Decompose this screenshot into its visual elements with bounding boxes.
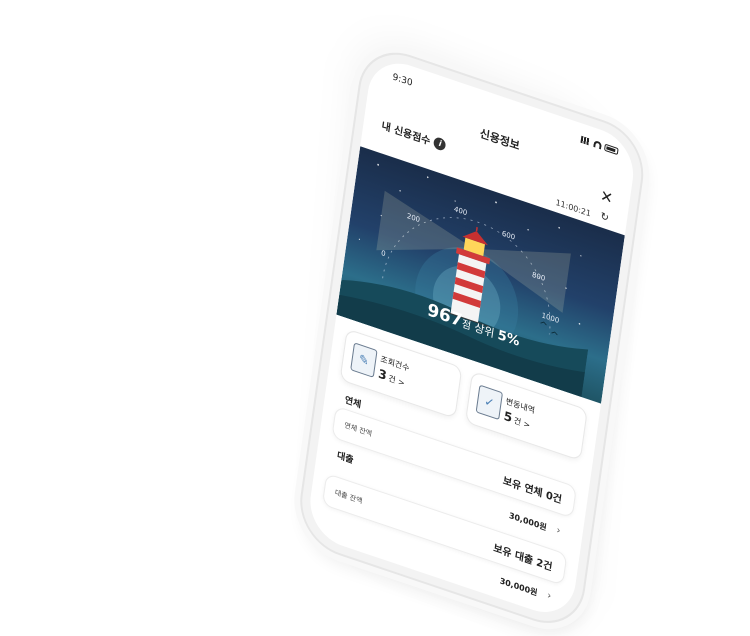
phone-mockup: 9:30 신용정보 ✕ 내 신용점수 i 11:00:21 ↻ 0 200 40… <box>294 40 650 636</box>
inquiry-count-number: 3 <box>377 366 388 383</box>
refresh-icon[interactable]: ↻ <box>600 211 610 225</box>
loan-amount-bottom: 30,000원 <box>499 576 538 598</box>
status-icons <box>580 135 619 156</box>
clipboard-icon: ✎ <box>350 342 378 378</box>
signal-icon <box>580 135 592 146</box>
status-time: 9:30 <box>391 72 414 89</box>
inquiry-count-unit: 건 > <box>387 373 406 389</box>
loan-amount-top: 30,000원 <box>508 510 548 533</box>
chevron-right-icon: › <box>546 590 552 603</box>
change-history-number: 5 <box>502 408 514 426</box>
change-history-unit: 건 > <box>513 415 531 431</box>
wifi-icon <box>593 139 603 150</box>
credit-score-unit: 점 <box>461 318 472 333</box>
overdue-row-label: 연체 잔액 <box>343 421 373 439</box>
close-icon[interactable]: ✕ <box>599 186 615 208</box>
document-icon: ✓ <box>475 384 504 421</box>
loan-row-label: 대출 잔액 <box>334 488 363 506</box>
chevron-right-icon: › <box>555 524 562 537</box>
info-icon[interactable]: i <box>433 135 447 152</box>
battery-icon <box>603 143 619 156</box>
overdue-section-title: 연체 <box>344 395 362 411</box>
product-render-scene: 9:30 신용정보 ✕ 내 신용점수 i 11:00:21 ↻ 0 200 40… <box>0 0 750 636</box>
